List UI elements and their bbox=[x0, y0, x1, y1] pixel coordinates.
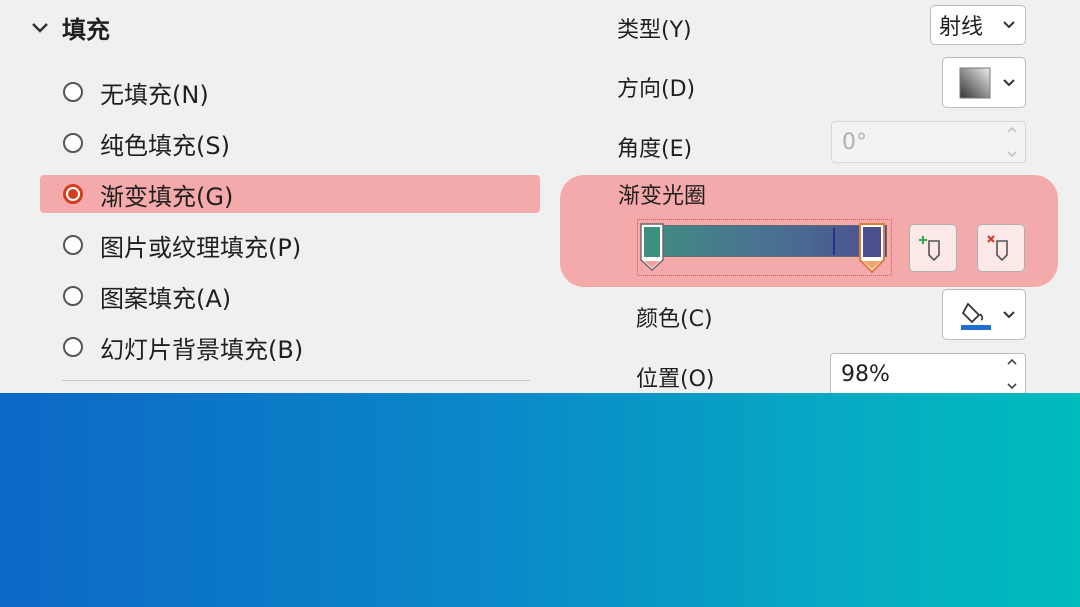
spin-up-icon bbox=[1007, 126, 1017, 133]
fill-option-pattern[interactable]: 图案填充(A) bbox=[40, 277, 540, 315]
gradient-stop-2[interactable] bbox=[858, 222, 886, 274]
fill-option-picture[interactable]: 图片或纹理填充(P) bbox=[40, 226, 540, 264]
chevron-down-icon bbox=[1003, 21, 1015, 29]
paint-bucket-icon bbox=[961, 302, 991, 330]
chevron-down-icon bbox=[1003, 78, 1015, 86]
position-value[interactable]: 98% bbox=[841, 362, 890, 387]
fill-section-title: 填充 bbox=[62, 15, 110, 44]
angle-spinner: 0° bbox=[831, 121, 1026, 163]
type-dropdown[interactable]: 射线 bbox=[930, 5, 1026, 45]
angle-value: 0° bbox=[842, 129, 867, 155]
position-label: 位置(O) bbox=[636, 367, 715, 392]
gradient-stop-marker[interactable] bbox=[833, 228, 835, 255]
radio-slide-background[interactable] bbox=[63, 337, 83, 357]
gradient-direction-icon bbox=[959, 67, 991, 99]
color-picker-button[interactable] bbox=[942, 289, 1026, 340]
fill-option-none[interactable]: 无填充(N) bbox=[40, 73, 540, 111]
fill-option-label: 渐变填充(G) bbox=[100, 182, 234, 211]
color-label: 颜色(C) bbox=[636, 307, 713, 332]
fill-section-header[interactable]: 填充 bbox=[30, 10, 110, 44]
spin-down-icon[interactable] bbox=[1005, 382, 1019, 390]
gradient-bar[interactable] bbox=[642, 225, 887, 257]
gradient-preview-area bbox=[0, 393, 1080, 607]
fill-option-label: 无填充(N) bbox=[100, 80, 209, 109]
fill-option-slide-background[interactable]: 幻灯片背景填充(B) bbox=[40, 328, 540, 366]
chevron-down-icon[interactable] bbox=[30, 17, 50, 37]
spin-down-icon bbox=[1007, 151, 1017, 158]
add-gradient-stop-button[interactable] bbox=[909, 224, 957, 272]
fill-option-label: 纯色填充(S) bbox=[100, 131, 230, 160]
radio-picture[interactable] bbox=[63, 235, 83, 255]
radio-solid[interactable] bbox=[63, 133, 83, 153]
remove-gradient-stop-button[interactable] bbox=[977, 224, 1025, 272]
position-spin-arrows[interactable] bbox=[1005, 358, 1019, 390]
position-spinner[interactable]: 98% bbox=[830, 353, 1026, 393]
format-fill-panel: 填充 无填充(N) 纯色填充(S) 渐变填充(G) 图片或纹理填充(P) 图案填… bbox=[0, 0, 1080, 393]
fill-option-label: 图片或纹理填充(P) bbox=[100, 233, 302, 262]
type-label: 类型(Y) bbox=[617, 18, 692, 43]
angle-label: 角度(E) bbox=[617, 137, 693, 162]
spin-up-icon[interactable] bbox=[1005, 358, 1019, 366]
angle-spin-arrows bbox=[1005, 126, 1019, 158]
add-gradient-stop-icon bbox=[919, 236, 940, 262]
fill-option-label: 图案填充(A) bbox=[100, 284, 232, 313]
type-value: 射线 bbox=[939, 15, 984, 40]
radio-none[interactable] bbox=[63, 82, 83, 102]
fill-option-solid[interactable]: 纯色填充(S) bbox=[40, 124, 540, 162]
radio-gradient[interactable] bbox=[63, 184, 83, 204]
gradient-stops-label: 渐变光圈 bbox=[618, 184, 707, 209]
direction-label: 方向(D) bbox=[617, 77, 696, 102]
gradient-stop-1[interactable] bbox=[639, 222, 665, 272]
divider bbox=[62, 380, 530, 381]
radio-pattern[interactable] bbox=[63, 286, 83, 306]
gradient-stops-slider[interactable] bbox=[637, 219, 892, 276]
fill-option-label: 幻灯片背景填充(B) bbox=[100, 335, 304, 364]
remove-gradient-stop-icon bbox=[987, 235, 1008, 262]
chevron-down-icon bbox=[1003, 310, 1015, 318]
fill-option-gradient[interactable]: 渐变填充(G) bbox=[40, 175, 540, 213]
direction-dropdown[interactable] bbox=[942, 57, 1026, 108]
